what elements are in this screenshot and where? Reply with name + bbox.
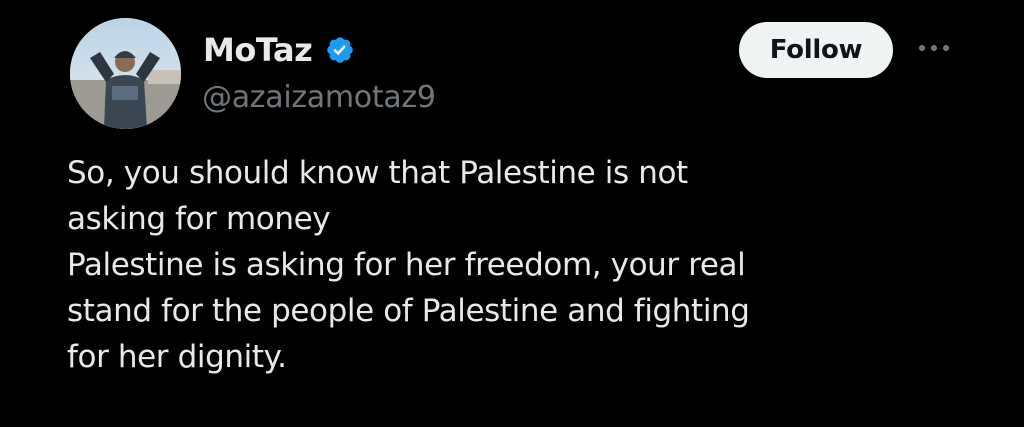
verified-badge-icon [327, 37, 353, 63]
follow-button[interactable]: Follow [739, 22, 893, 78]
tweet-line: So, you should know that Palestine is no… [67, 155, 688, 191]
tweet-line: asking for money [67, 201, 331, 237]
tweet-card: MoTaz @azaizamotaz9 Follow So, you shoul… [0, 0, 1024, 427]
more-options-icon[interactable] [914, 40, 954, 56]
author-handle[interactable]: @azaizamotaz9 [202, 78, 436, 118]
tweet-body: So, you should know that Palestine is no… [67, 150, 967, 380]
tweet-line: Palestine is asking for her freedom, you… [67, 247, 746, 283]
tweet-line: stand for the people of Palestine and fi… [67, 293, 750, 329]
author-avatar[interactable] [70, 18, 181, 129]
tweet-line: for her dignity. [67, 339, 287, 375]
author-display-name[interactable]: MoTaz [203, 30, 313, 70]
avatar-photo-icon [70, 18, 181, 129]
